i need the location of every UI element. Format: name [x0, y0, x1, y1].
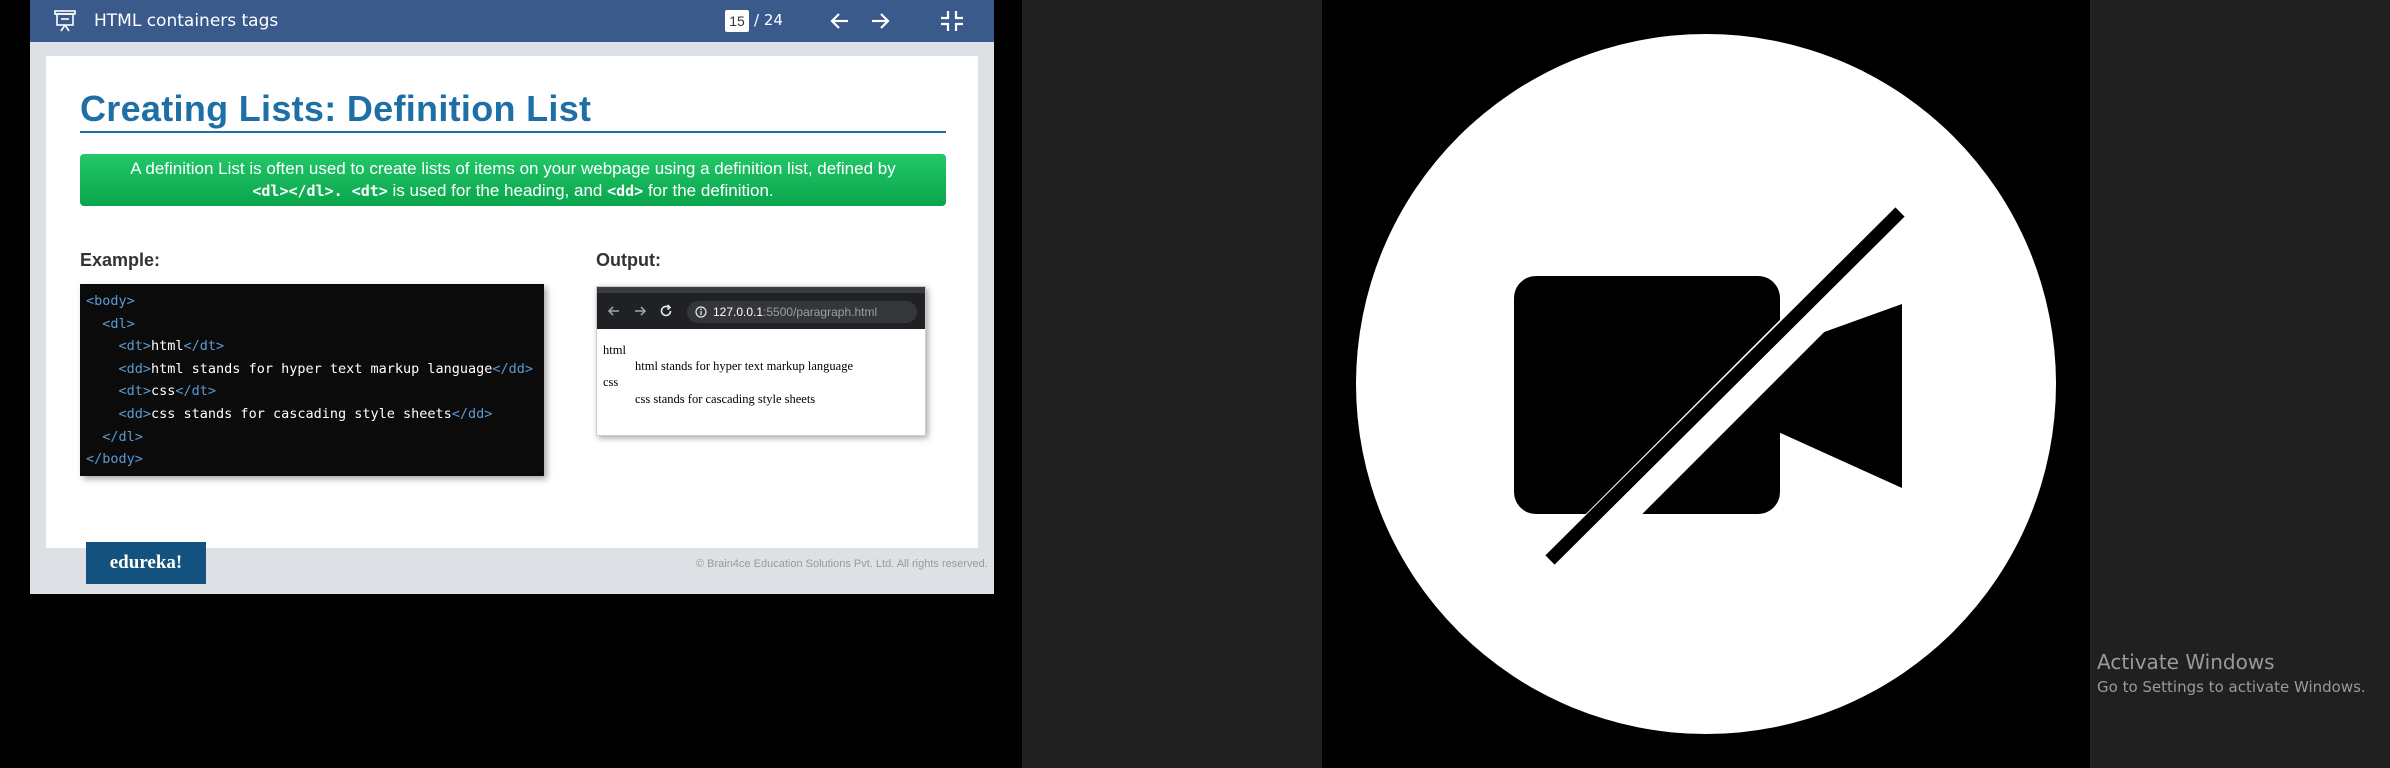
code-line: <dt>html</dt> — [118, 338, 225, 355]
code-line: <body> — [86, 293, 135, 309]
next-slide-button[interactable] — [866, 8, 894, 34]
definition-description: html stands for hyper text markup langua… — [635, 359, 853, 373]
activate-windows-watermark: Activate Windows Go to Settings to activ… — [2097, 650, 2366, 696]
slide: Creating Lists: Definition List A defini… — [46, 56, 978, 548]
slide-title: Creating Lists: Definition List — [80, 88, 592, 129]
forward-arrow-icon — [635, 306, 647, 316]
page-total: / 24 — [754, 11, 783, 29]
presentation-window: HTML containers tags 15 / 24 Creating Li… — [30, 0, 994, 594]
presentation-icon — [54, 10, 76, 32]
current-page-input[interactable]: 15 — [725, 10, 749, 32]
code-line: </body> — [86, 451, 143, 468]
edureka-logo: edureka! — [86, 542, 206, 584]
banner-text-3: for the definition. — [643, 181, 774, 200]
presentation-title: HTML containers tags — [94, 11, 279, 31]
example-label: Example: — [80, 250, 161, 270]
code-line: <dt>css</dt> — [118, 383, 217, 400]
browser-tab-strip — [597, 287, 925, 293]
banner-code-2: <dd> — [607, 182, 644, 200]
definition-banner: A definition List is often used to creat… — [80, 154, 946, 206]
code-line: <dl> — [102, 315, 135, 332]
watermark-title: Activate Windows — [2097, 650, 2275, 674]
definition-term: css — [603, 375, 619, 389]
camera-off-icon — [1356, 34, 2056, 734]
code-line: <dd>css stands for cascading style sheet… — [118, 405, 493, 422]
info-icon — [695, 306, 707, 318]
presentation-toolbar: HTML containers tags 15 / 24 — [30, 0, 994, 42]
code-line: <dd>html stands for hyper text markup la… — [118, 360, 534, 377]
tile-gap — [994, 0, 1022, 768]
definition-term: html — [603, 343, 626, 357]
exit-fullscreen-button[interactable] — [938, 8, 966, 34]
definition-description: css stands for cascading style sheets — [635, 392, 816, 406]
browser-output-screenshot: 127.0.0.1:5500/paragraph.html html html … — [596, 286, 926, 436]
watermark-subtitle: Go to Settings to activate Windows. — [2097, 678, 2366, 696]
output-label: Output: — [596, 250, 661, 270]
reload-icon — [660, 304, 672, 317]
code-line: </dl> — [102, 428, 143, 445]
banner-text-1: A definition List is often used to creat… — [130, 159, 896, 178]
title-divider — [80, 131, 946, 133]
video-feed — [1322, 0, 2090, 768]
copyright-text: © Brain4ce Education Solutions Pvt. Ltd.… — [696, 558, 988, 570]
previous-slide-button[interactable] — [826, 8, 854, 34]
banner-text-2: is used for the heading, and — [387, 181, 608, 200]
code-example: <body> <dl> <dt>html</dt> <dd>html stand… — [80, 284, 544, 476]
address-bar: 127.0.0.1:5500/paragraph.html — [687, 301, 917, 323]
browser-chrome: 127.0.0.1:5500/paragraph.html — [597, 287, 925, 329]
back-arrow-icon — [607, 306, 619, 316]
banner-code-1: <dl></dl>. <dt> — [252, 182, 388, 200]
